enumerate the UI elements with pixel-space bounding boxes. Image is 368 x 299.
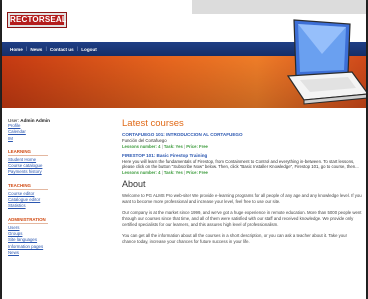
sidebar-section-learning: LEARNING (8, 148, 31, 154)
course-meta: Lessons number: 4 | Task: Yes | Price: F… (122, 170, 362, 176)
course-price: Price: Free (186, 143, 208, 149)
course-task: Task: Yes (163, 143, 183, 149)
sidebar: User: Admin Admin Profile Calendar IM LE… (8, 118, 100, 256)
course-lessons: Lessons number: 4 (122, 143, 161, 149)
course-task: Task: Yes (163, 169, 183, 175)
about-heading: About (122, 178, 146, 189)
course-meta: Lessons number: 4 | Task: Yes | Price: F… (122, 144, 362, 150)
user-name: Admin Admin (20, 118, 50, 123)
course-lessons: Lessons number: 4 (122, 169, 161, 175)
laptop-illustration (286, 19, 366, 105)
latest-courses-heading: Latest courses (122, 118, 184, 129)
header-top-strip (192, 0, 366, 14)
course-description: Here you will learn the fundamentals of … (122, 158, 359, 170)
course-price: Price: Free (186, 169, 208, 175)
main-content: Latest courses CORTAFUEGO 101: INTRODUCC… (122, 118, 362, 250)
nav-logout-link[interactable]: Logout (81, 47, 97, 52)
about-paragraph: Our company is at the market since 1999,… (122, 209, 362, 227)
sidebar-item-im[interactable]: IM (8, 136, 100, 142)
site-logo[interactable]: RECTORSEAL (7, 12, 67, 28)
about-paragraph: Welcome to PG ALMS Pro web-site! We prov… (122, 192, 362, 204)
sidebar-item-payments-history[interactable]: Payments history (8, 169, 100, 175)
nav-news-link[interactable]: News (30, 47, 42, 52)
nav-separator: | (45, 46, 47, 52)
nav-home-link[interactable]: Home (10, 47, 23, 52)
nav-separator: | (25, 46, 28, 52)
sidebar-item-news[interactable]: News (8, 250, 100, 256)
sidebar-divider (8, 188, 48, 190)
sidebar-divider (8, 154, 48, 156)
nav-separator: | (76, 46, 79, 52)
course-item: FIRESTOP 101: Basic Firestop Training He… (122, 153, 362, 176)
sidebar-item-statistics[interactable]: Statistics (8, 203, 100, 209)
nav-contact-link[interactable]: Contact us (50, 47, 74, 52)
sidebar-section-teaching: TEACHING (8, 182, 31, 188)
sidebar-section-administration: ADMINISTRATION (8, 216, 46, 222)
about-paragraph: You can get all the information about al… (122, 232, 348, 244)
sidebar-divider (8, 222, 48, 224)
course-item: CORTAFUEGO 101: INTRODUCCION AL CORTAFUE… (122, 132, 362, 150)
browser-frame: RECTORSEAL Home | News | Contact us | Lo… (2, 0, 366, 299)
